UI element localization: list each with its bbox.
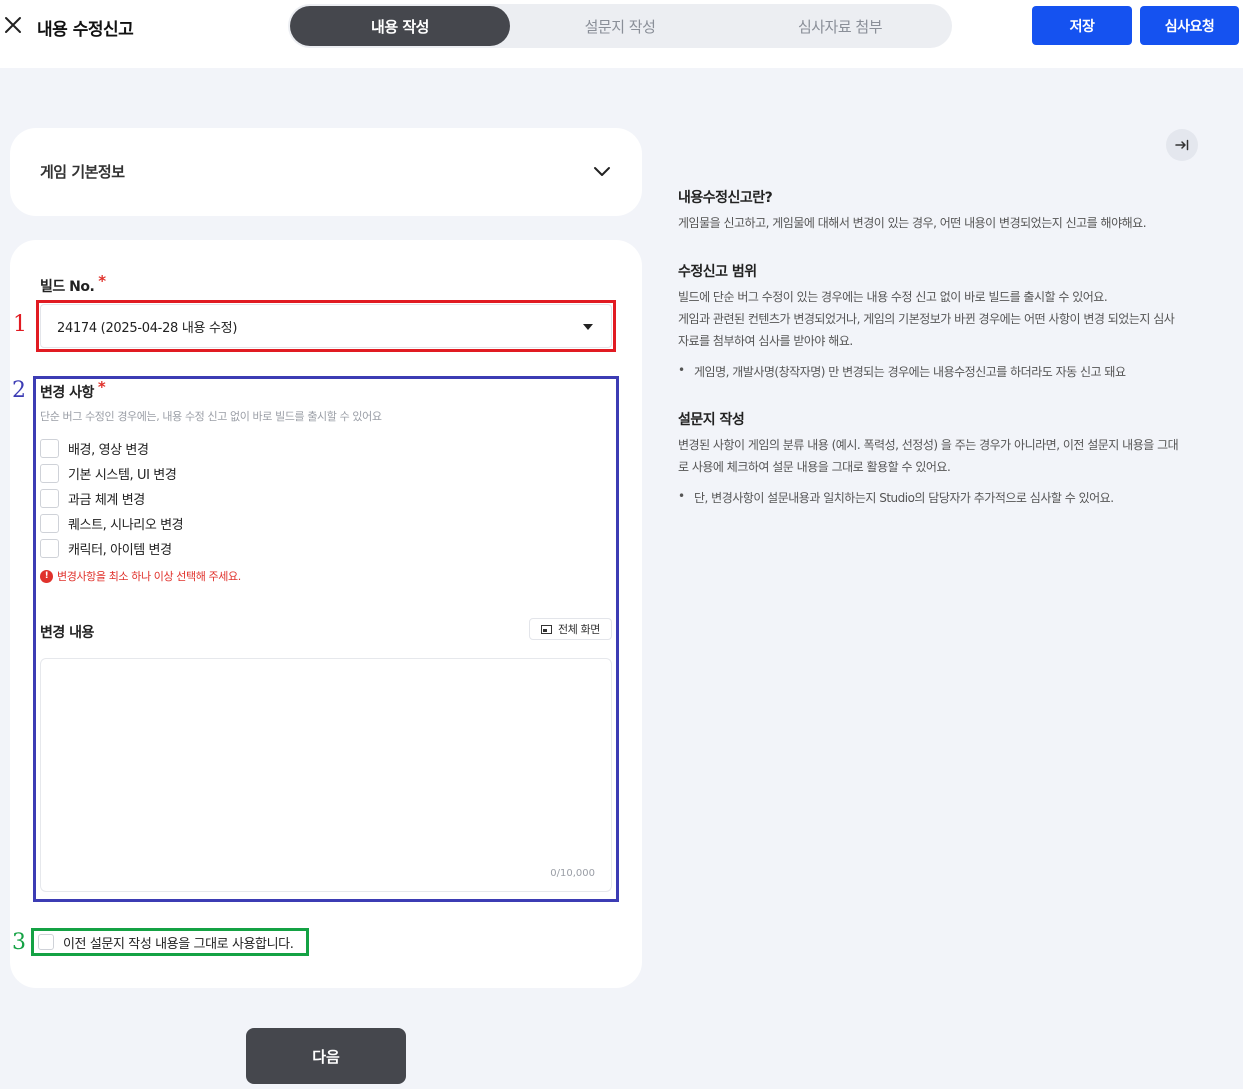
- annotation-number-3: 3: [12, 930, 26, 955]
- reuse-survey-option[interactable]: 이전 설문지 작성 내용을 그대로 사용합니다.: [38, 933, 294, 952]
- info-text-scope-2: 게임과 관련된 컨텐츠가 변경되었거나, 게임의 기본정보가 바뀐 경우에는 어…: [678, 312, 1175, 326]
- build-label: 빌드 No. *: [40, 272, 106, 295]
- page-title: 내용 수정신고: [37, 20, 134, 40]
- close-icon[interactable]: [2, 14, 24, 36]
- info-text-scope-1: 빌드에 단순 버그 수정이 있는 경우에는 내용 수정 신고 없이 바로 빌드를…: [678, 290, 1108, 304]
- required-mark: *: [98, 272, 106, 290]
- chevron-down-icon[interactable]: [592, 162, 612, 182]
- top-bar: 내용 수정신고 내용 작성 설문지 작성 심사자료 첨부 저장 심사요청: [0, 0, 1243, 68]
- info-bullet-survey: • 단, 변경사항이 설문내용과 일치하는지 Studio의 담당자가 추가적으로…: [678, 489, 1114, 505]
- tab-survey-write[interactable]: 설문지 작성: [510, 6, 730, 46]
- step-tabs: 내용 작성 설문지 작성 심사자료 첨부: [288, 4, 952, 48]
- checkbox[interactable]: [38, 934, 54, 950]
- annotation-number-1: 1: [13, 312, 27, 337]
- basic-info-accordion[interactable]: 게임 기본정보: [10, 128, 642, 216]
- info-bullet-scope: • 게임명, 개발사명(창작자명) 만 변경되는 경우에는 내용수정신고를 하더라…: [678, 363, 1126, 379]
- request-review-button[interactable]: 심사요청: [1140, 6, 1239, 45]
- collapse-panel-icon[interactable]: [1166, 129, 1198, 161]
- info-title-report: 내용수정신고란?: [678, 190, 773, 206]
- basic-info-label: 게임 기본정보: [40, 163, 125, 181]
- tab-review-attach[interactable]: 심사자료 첨부: [730, 6, 950, 46]
- info-title-scope: 수정신고 범위: [678, 264, 757, 280]
- annotation-box-2: [33, 376, 619, 902]
- annotation-number-2: 2: [12, 378, 26, 403]
- next-button[interactable]: 다음: [246, 1028, 406, 1084]
- info-text-survey-2: 로 사용에 체크하여 설문 내용을 그대로 활용할 수 있어요.: [678, 460, 951, 474]
- annotation-box-1: [36, 300, 616, 352]
- tab-content-write[interactable]: 내용 작성: [290, 6, 510, 46]
- info-text-scope-3: 자료를 첨부하여 심사를 받아야 해요.: [678, 334, 853, 348]
- save-button[interactable]: 저장: [1032, 6, 1132, 45]
- info-title-survey: 설문지 작성: [678, 412, 745, 428]
- info-text-report: 게임물을 신고하고, 게임물에 대해서 변경이 있는 경우, 어떤 내용이 변경…: [678, 216, 1147, 230]
- info-text-survey-1: 변경된 사항이 게임의 분류 내용 (예시. 폭력성, 선정성) 을 주는 경우…: [678, 438, 1179, 452]
